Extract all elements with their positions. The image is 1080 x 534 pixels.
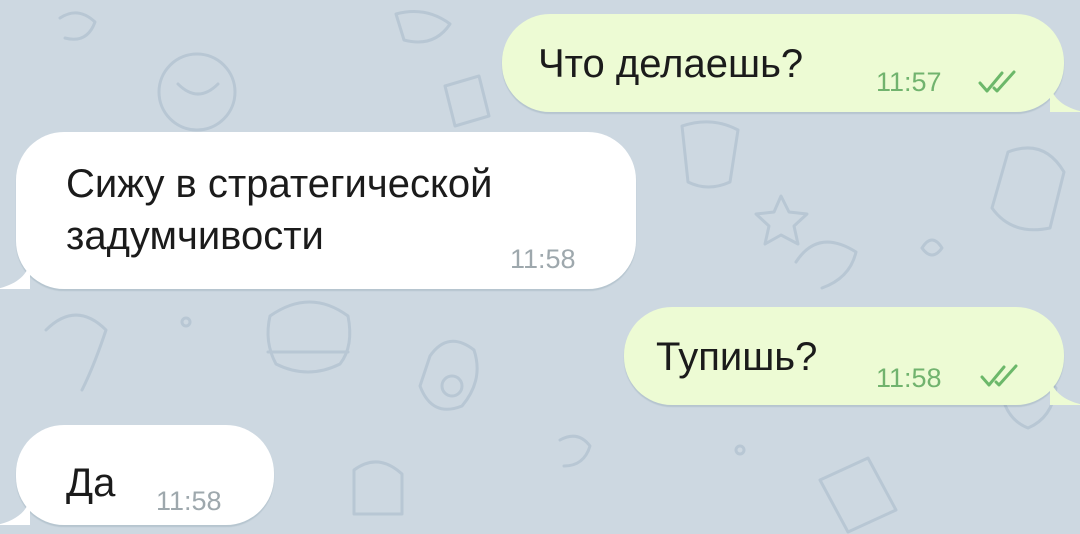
bubble-tail	[1050, 84, 1080, 112]
message-time: 11:58	[156, 486, 222, 516]
message-text: Сижу в стратегической задумчивости	[66, 162, 493, 258]
bubble-tail	[0, 497, 30, 525]
bubble-tail	[0, 261, 30, 289]
message-bubble-incoming[interactable]: Сижу в стратегической задумчивости 11:58	[0, 132, 636, 289]
message-text: Что делаешь?	[538, 42, 804, 86]
message-bubble-outgoing[interactable]: Тупишь? 11:58	[624, 307, 1080, 405]
message-text: Да	[66, 461, 116, 505]
message-time: 11:58	[510, 244, 576, 274]
double-check-icon	[978, 70, 1016, 93]
double-check-icon	[980, 364, 1018, 387]
message-bubble-outgoing[interactable]: Что делаешь? 11:57	[502, 14, 1080, 112]
message-time: 11:58	[876, 363, 942, 393]
message-time: 11:57	[876, 67, 942, 97]
message-bubble-incoming[interactable]: Да 11:58	[0, 425, 274, 525]
message-text: Тупишь?	[656, 335, 818, 379]
bubble-tail	[1050, 377, 1080, 405]
